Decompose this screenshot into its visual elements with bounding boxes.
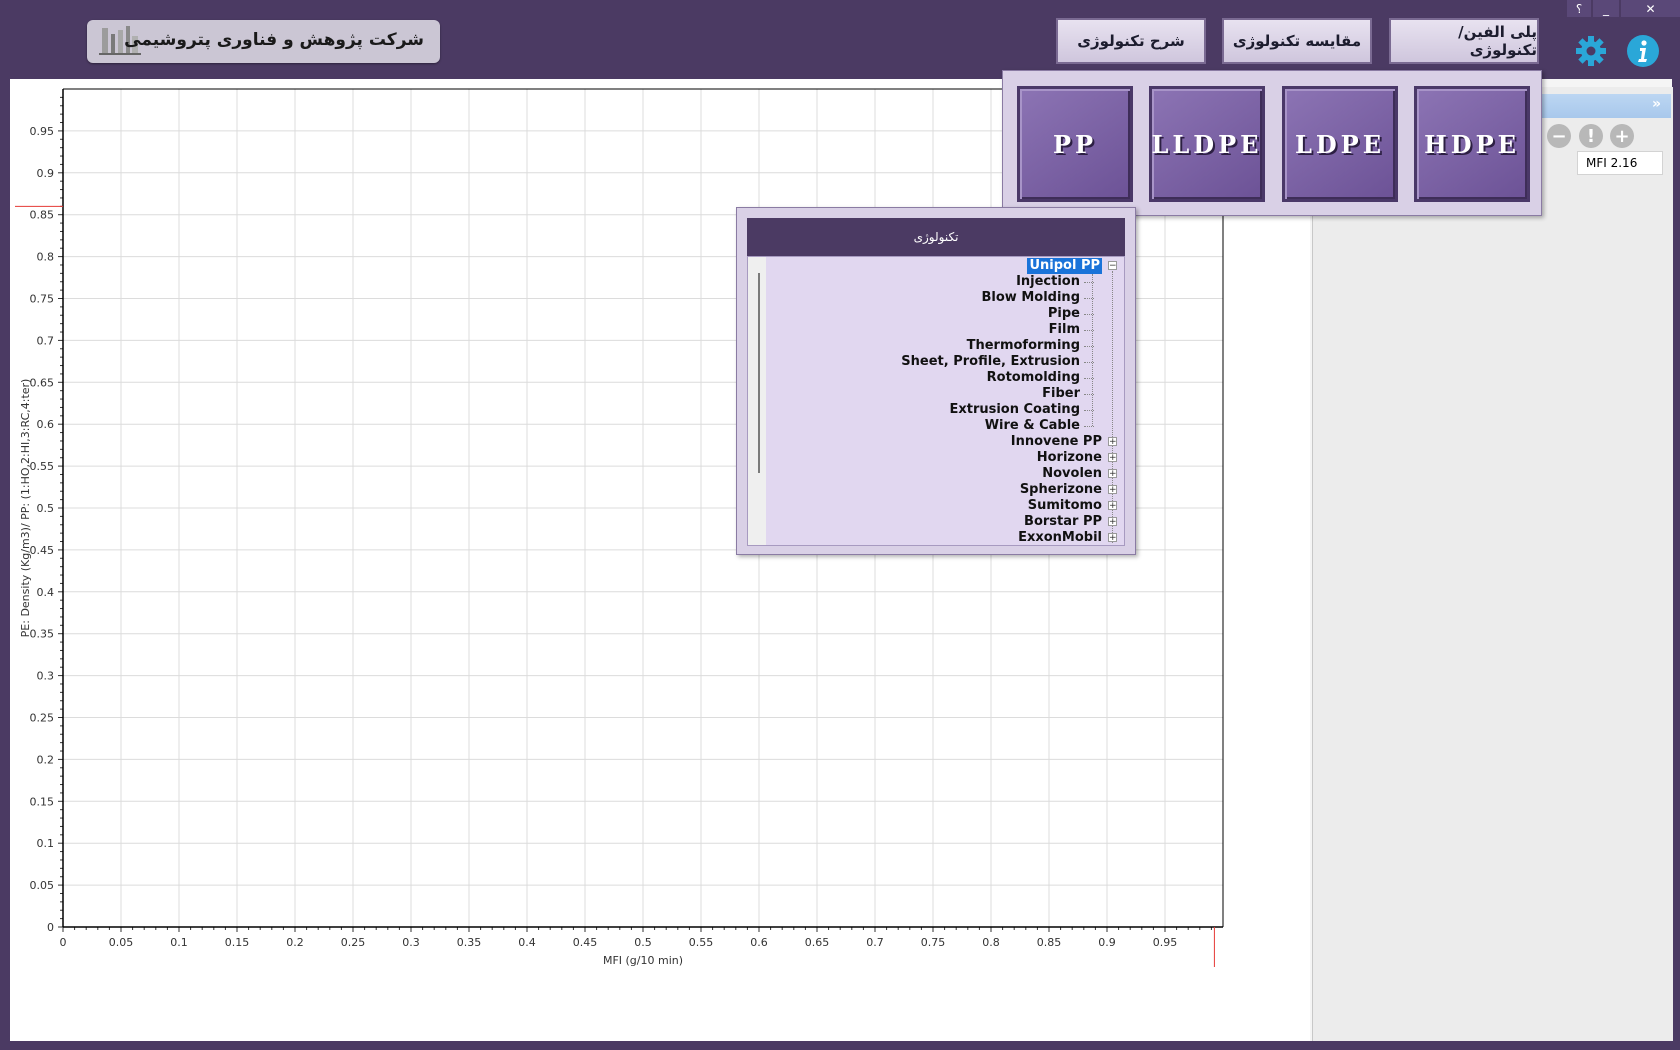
polymer-menu: PP LLDPE LDPE HDPE (1002, 70, 1542, 216)
expand-node-icon[interactable]: + (1108, 485, 1117, 495)
y-tick-label: 0.1 (37, 837, 55, 850)
polymer-button-pp[interactable]: PP (1017, 86, 1133, 202)
tree-child-node[interactable]: Pipe (1048, 306, 1080, 322)
polymer-button-ldpe[interactable]: LDPE (1282, 86, 1398, 202)
tree-node[interactable]: Innovene PP (1011, 434, 1102, 450)
add-row-icon[interactable]: + (1610, 124, 1634, 148)
y-tick-label: 0.45 (30, 544, 55, 557)
x-tick-label: 0.8 (982, 936, 1000, 949)
polymer-button-hdpe[interactable]: HDPE (1414, 86, 1530, 202)
x-tick-label: 0.4 (518, 936, 536, 949)
x-tick-label: 0.05 (109, 936, 134, 949)
y-tick-label: 0.25 (30, 712, 55, 725)
tree-child-node[interactable]: Extrusion Coating (949, 402, 1080, 418)
y-tick-label: 0.2 (37, 753, 55, 766)
polymer-button-lldpe[interactable]: LLDPE (1149, 86, 1265, 202)
tree-node[interactable]: Horizone (1037, 450, 1102, 466)
tree-child-node[interactable]: Film (1049, 322, 1080, 338)
y-tick-label: 0.75 (30, 293, 55, 306)
help-window-button[interactable]: ؟ (1567, 0, 1591, 17)
y-tick-label: 0.85 (30, 209, 55, 222)
tree-child-node[interactable]: Injection (1016, 274, 1080, 290)
settings-gear-icon[interactable] (1574, 34, 1608, 68)
tree-scrollbar-thumb[interactable] (758, 273, 760, 473)
collapse-node-icon[interactable]: − (1108, 261, 1117, 271)
x-tick-label: 0.7 (866, 936, 884, 949)
technology-panel-title: تکنولوژی (747, 218, 1125, 256)
info-icon[interactable] (1626, 34, 1660, 68)
tree-child-node[interactable]: Fiber (1042, 386, 1080, 402)
y-tick-label: 0.7 (37, 334, 55, 347)
minimize-window-button[interactable]: _ (1593, 0, 1619, 17)
mfi-column-header: MFI 2.16 (1577, 151, 1663, 175)
tree-child-node[interactable]: Thermoforming (967, 338, 1080, 354)
y-tick-label: 0.95 (30, 125, 55, 138)
expand-node-icon[interactable]: + (1108, 453, 1117, 463)
x-tick-label: 0.95 (1153, 936, 1178, 949)
expand-node-icon[interactable]: + (1108, 501, 1117, 511)
tree-node[interactable]: Spherizone (1020, 482, 1102, 498)
tree-node[interactable]: Unipol PP (1027, 258, 1102, 274)
x-tick-label: 0.45 (573, 936, 598, 949)
tree-node[interactable]: Sumitomo (1028, 498, 1102, 514)
tree-child-node[interactable]: Sheet, Profile, Extrusion (901, 354, 1080, 370)
y-tick-label: 0.3 (37, 670, 55, 683)
x-tick-label: 0.1 (170, 936, 188, 949)
expand-node-icon[interactable]: + (1108, 437, 1117, 447)
x-tick-label: 0.85 (1037, 936, 1062, 949)
y-tick-label: 0.5 (37, 502, 55, 515)
x-tick-label: 0.55 (689, 936, 714, 949)
x-tick-label: 0 (60, 936, 67, 949)
x-tick-label: 0.35 (457, 936, 482, 949)
x-tick-label: 0.25 (341, 936, 366, 949)
tree-node[interactable]: Borstar PP (1024, 514, 1102, 530)
x-tick-label: 0.75 (921, 936, 946, 949)
tree-connector (1084, 426, 1094, 427)
y-tick-label: 0.35 (30, 628, 55, 641)
y-axis-label: PE: Density (Kg/m3)/ PP: (1:HO,2:HI,3:RC… (19, 379, 32, 638)
polyolefin-technology-button[interactable]: پلی الفین/تکنولوژی (1389, 18, 1539, 64)
y-tick-label: 0.9 (37, 167, 55, 180)
y-tick-label: 0.05 (30, 879, 55, 892)
y-tick-label: 0.6 (37, 418, 55, 431)
y-tick-label: 0.55 (30, 460, 55, 473)
x-axis-label: MFI (g/10 min) (603, 954, 683, 967)
y-tick-label: 0 (47, 921, 54, 934)
expand-node-icon[interactable]: + (1108, 469, 1117, 479)
x-tick-label: 0.6 (750, 936, 768, 949)
x-tick-label: 0.2 (286, 936, 304, 949)
y-tick-label: 0.8 (37, 251, 55, 264)
x-tick-label: 0.9 (1098, 936, 1116, 949)
tree-branch-line (1092, 274, 1093, 426)
technology-comparison-button[interactable]: مقایسه تکنولوژی (1222, 18, 1372, 64)
expand-node-icon[interactable]: + (1108, 517, 1117, 527)
x-tick-label: 0.65 (805, 936, 830, 949)
technology-tree: Unipol PP − Injection Blow Molding Pipe Film T… (747, 256, 1125, 546)
x-tick-label: 0.15 (225, 936, 250, 949)
x-tick-label: 0.3 (402, 936, 420, 949)
company-logo-banner: شرکت پژوهش و فناوری پتروشیمی (87, 20, 440, 63)
collapse-panel-icon[interactable]: » (1652, 96, 1661, 112)
tree-scrollbar[interactable] (748, 257, 766, 545)
tree-node[interactable]: ExxonMobil (1018, 530, 1102, 545)
remove-row-icon[interactable]: − (1547, 124, 1571, 148)
company-name: شرکت پژوهش و فناوری پتروشیمی (124, 30, 424, 50)
x-tick-label: 0.5 (634, 936, 652, 949)
tree-node[interactable]: Novolen (1042, 466, 1102, 482)
technology-description-button[interactable]: شرح تکنولوژی (1056, 18, 1206, 64)
y-tick-label: 0.4 (37, 586, 55, 599)
tree-child-node[interactable]: Wire & Cable (985, 418, 1080, 434)
expand-node-icon[interactable]: + (1108, 533, 1117, 543)
technology-panel: تکنولوژی Unipol PP − Injection Blow Molding… (736, 207, 1136, 555)
tree-child-node[interactable]: Blow Molding (982, 290, 1080, 306)
right-data-panel: » − ! + MFI 2.16 (1312, 87, 1673, 1041)
tree-child-node[interactable]: Rotomolding (987, 370, 1080, 386)
y-tick-label: 0.65 (30, 376, 55, 389)
alert-row-icon[interactable]: ! (1579, 124, 1603, 148)
close-window-button[interactable]: ✕ (1621, 0, 1680, 17)
y-tick-label: 0.15 (30, 795, 55, 808)
